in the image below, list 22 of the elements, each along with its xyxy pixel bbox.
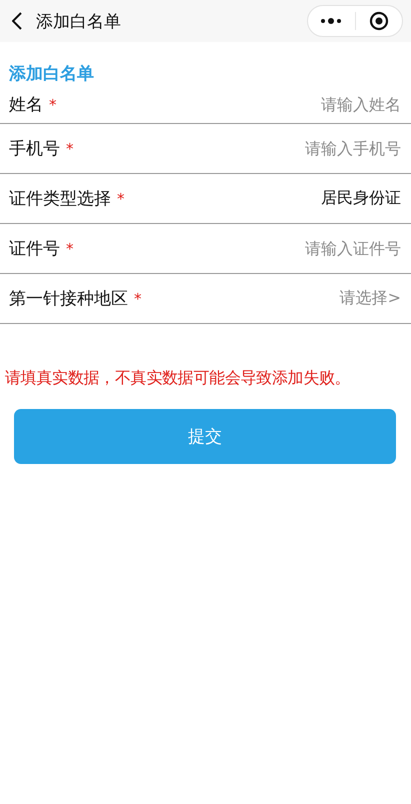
- input-field[interactable]: 请输入证件号: [201, 239, 401, 258]
- field-label: 证件类型选择: [9, 189, 111, 209]
- close-icon[interactable]: [368, 11, 389, 31]
- required-mark: *: [66, 140, 74, 158]
- field-label: 证件号: [9, 239, 60, 259]
- back-icon[interactable]: [12, 12, 22, 30]
- input-field[interactable]: 请输入姓名: [201, 94, 401, 114]
- required-mark: *: [134, 290, 142, 308]
- section-title: 添加白名单: [8, 63, 95, 85]
- required-mark: *: [117, 190, 124, 208]
- picker-field[interactable]: 请选择>: [340, 288, 401, 309]
- field-label: 第一针接种地区: [9, 289, 128, 309]
- page-title: 添加白名单: [36, 10, 122, 32]
- field-label: 手机号: [9, 139, 60, 159]
- warning-text: 请填真实数据，不真实数据可能会导致添加失败。: [4, 367, 352, 389]
- field-label: 姓名: [9, 94, 43, 114]
- select-value[interactable]: 居民身份证: [321, 188, 401, 209]
- input-field[interactable]: 请输入手机号: [201, 139, 401, 158]
- required-mark: *: [49, 96, 56, 114]
- submit-button[interactable]: 提交: [14, 409, 396, 464]
- required-mark: *: [66, 240, 74, 258]
- more-icon[interactable]: [320, 18, 342, 24]
